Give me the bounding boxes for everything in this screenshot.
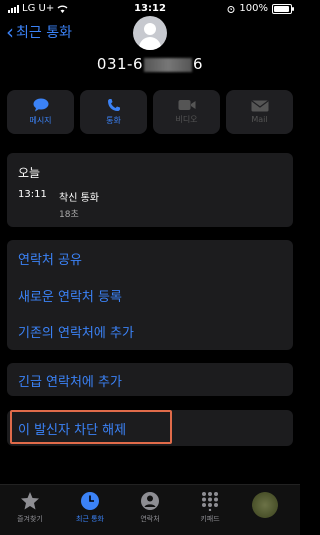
keypad-icon	[202, 492, 218, 511]
watermark-logo	[252, 492, 278, 518]
add-to-existing-contact-link[interactable]: 기존의 연락처에 추가	[18, 322, 134, 341]
video-icon	[178, 100, 195, 110]
person-icon	[141, 492, 159, 510]
back-label: 최근 통화	[16, 25, 72, 41]
battery-icon	[272, 3, 294, 14]
tab-keypad[interactable]: 키패드	[180, 489, 240, 524]
phone-number: 031-6 6	[0, 55, 300, 73]
tab-recents-label: 최근 통화	[76, 515, 104, 523]
phone-number-prefix: 031-6	[96, 55, 144, 73]
tab-contacts[interactable]: 연락처	[120, 489, 180, 524]
status-right: 100%	[227, 3, 294, 14]
phone-number-mask	[144, 57, 193, 72]
mail-icon	[251, 100, 268, 112]
add-emergency-contact-link[interactable]: 긴급 연락처에 추가	[18, 371, 122, 390]
battery-percent: 100%	[239, 3, 268, 14]
tab-contacts-label: 연락처	[140, 515, 160, 523]
chevron-left-icon: ‹	[6, 20, 14, 44]
tab-keypad-label: 키패드	[200, 515, 220, 523]
star-icon	[21, 492, 39, 510]
phone-number-suffix: 6	[193, 55, 204, 73]
contact-options-card: 연락처 공유 새로운 연락처 등록 기존의 연락처에 추가	[7, 240, 293, 350]
unblock-highlight-box	[10, 410, 172, 444]
recent-type: 착신 통화	[59, 193, 99, 204]
avatar	[133, 16, 167, 50]
recent-day: 오늘	[18, 166, 41, 180]
create-new-contact-link[interactable]: 새로운 연락처 등록	[18, 286, 122, 305]
video-button: 비디오	[153, 90, 220, 134]
recent-duration: 18초	[59, 210, 79, 220]
message-label: 메시지	[29, 116, 52, 125]
tab-favorites[interactable]: 즐겨찾기	[0, 489, 60, 524]
tab-recents[interactable]: 최근 통화	[60, 489, 120, 524]
call-button[interactable]: 통화	[80, 90, 147, 134]
action-row: 메시지 통화 비디오 Mail	[7, 90, 293, 134]
call-label: 통화	[106, 116, 121, 125]
alarm-icon	[227, 5, 235, 13]
message-icon	[33, 98, 48, 112]
phone-icon	[107, 99, 120, 111]
video-label: 비디오	[175, 115, 198, 124]
recent-time: 13:11	[18, 189, 47, 200]
tab-favorites-label: 즐겨찾기	[17, 515, 43, 523]
share-contact-link[interactable]: 연락처 공유	[18, 249, 82, 268]
emergency-contact-card: 긴급 연락처에 추가	[7, 363, 293, 396]
recent-call-card: 오늘 13:11 착신 통화 18초	[7, 153, 293, 227]
message-button[interactable]: 메시지	[7, 90, 74, 134]
clock-icon	[81, 492, 99, 510]
back-button[interactable]: ‹ 최근 통화	[6, 22, 72, 42]
mail-button: Mail	[226, 90, 293, 134]
mail-label: Mail	[251, 115, 268, 124]
